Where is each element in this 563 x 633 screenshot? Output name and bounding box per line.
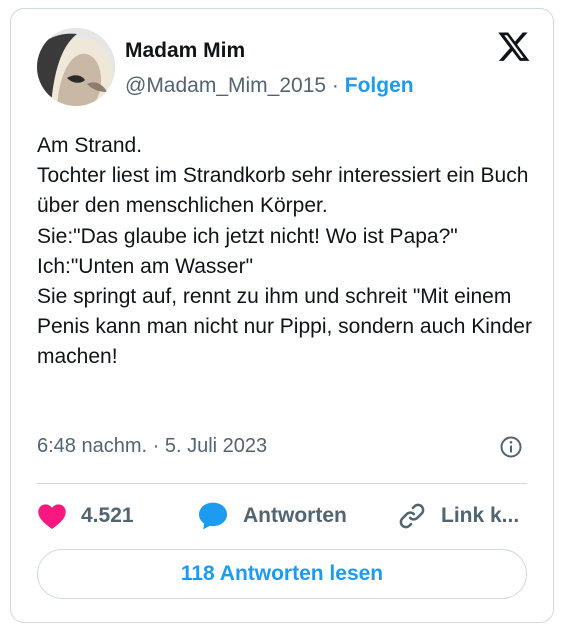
tweet-text: Am Strand. Tochter liest im Strandkorb s… bbox=[37, 134, 532, 369]
info-icon[interactable] bbox=[499, 435, 523, 459]
copy-link-button[interactable]: Link k... bbox=[397, 499, 519, 533]
author-name[interactable]: Madam Mim bbox=[125, 39, 245, 63]
link-icon bbox=[399, 503, 425, 529]
like-button[interactable]: 4.521 bbox=[37, 499, 134, 533]
reply-button[interactable]: Antworten bbox=[197, 499, 347, 533]
author-handle[interactable]: @Madam_Mim_2015 bbox=[125, 74, 326, 97]
tweet-timestamp[interactable]: 6:48 nachm. · 5. Juli 2023 bbox=[37, 435, 267, 458]
separator-dot: · bbox=[331, 74, 339, 97]
action-bar: 4.521 Antworten Link k... bbox=[37, 499, 527, 533]
like-count: 4.521 bbox=[81, 504, 134, 527]
heart-icon bbox=[38, 504, 66, 529]
avatar[interactable] bbox=[37, 28, 115, 106]
avatar-image bbox=[37, 28, 115, 106]
divider bbox=[37, 483, 527, 484]
follow-button[interactable]: Folgen bbox=[345, 74, 414, 97]
author-meta: @Madam_Mim_2015 · Folgen bbox=[125, 74, 414, 98]
read-replies-button[interactable]: 118 Antworten lesen bbox=[37, 549, 527, 599]
tweet-card: Madam Mim @Madam_Mim_2015 · Folgen Am St… bbox=[10, 8, 554, 623]
reply-label: Antworten bbox=[243, 504, 347, 527]
speech-bubble-icon bbox=[199, 502, 227, 530]
x-logo-icon[interactable] bbox=[497, 29, 531, 63]
copy-link-label: Link k... bbox=[441, 504, 520, 527]
